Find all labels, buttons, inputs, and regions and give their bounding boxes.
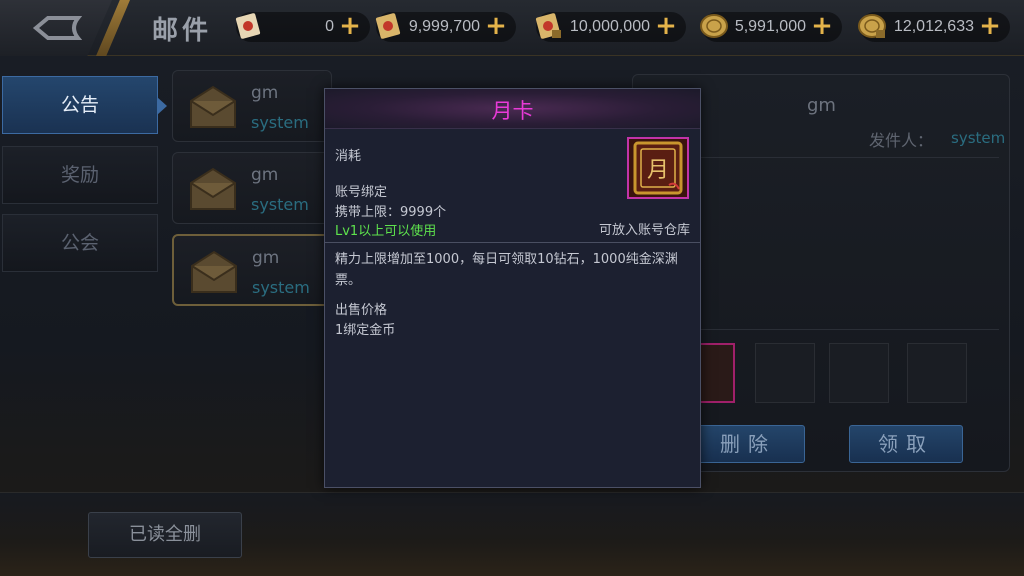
attachment-slot[interactable] <box>755 343 815 403</box>
price-label: 出售价格 <box>335 303 388 318</box>
attachment-slot[interactable] <box>907 343 967 403</box>
tab-announcement[interactable]: 公告 <box>2 76 167 134</box>
mail-sender: gm <box>252 248 280 268</box>
add-currency-button[interactable]: + <box>654 13 678 39</box>
bind-label: 账号绑定 <box>335 185 388 200</box>
warehouse-note: 可放入账号仓库 <box>598 223 690 238</box>
top-bar: 邮件 0 + 9,999,700 + 10,000,000 + 5,991,00… <box>0 0 1024 56</box>
add-currency-button[interactable]: + <box>810 13 834 39</box>
mail-sender: gm <box>251 83 279 103</box>
mail-item[interactable]: gm system <box>172 70 332 142</box>
page-title: 邮件 <box>152 16 213 46</box>
bound-coin-icon <box>858 14 886 38</box>
delete-read-button[interactable]: 已读全删 <box>88 512 242 558</box>
tooltip-divider <box>325 242 700 243</box>
item-tooltip: 月卡 月 消耗 账号绑定 携带上限：9999个 Lv1以上可以使用 可放入账号仓… <box>324 88 701 488</box>
mail-type: system <box>252 278 310 297</box>
tab-rewards[interactable]: 奖励 <box>2 146 158 204</box>
delete-button[interactable]: 删除 <box>691 425 805 463</box>
currency-gold-ticket: 9,999,700 + <box>375 12 516 42</box>
card-glyph: 月 <box>647 158 669 183</box>
currency-value: 10,000,000 <box>569 18 650 35</box>
from-label: 发件人： <box>869 131 934 150</box>
currency-gold-coin: 5,991,000 + <box>700 12 842 42</box>
monthly-card-icon: 月 <box>627 137 689 199</box>
level-requirement: Lv1以上可以使用 <box>335 224 437 239</box>
currency-bound-coin: 12,012,633 + <box>858 12 1010 42</box>
add-currency-button[interactable]: + <box>484 13 508 39</box>
mail-item[interactable]: gm system <box>172 152 332 224</box>
from-value: system <box>951 129 1006 147</box>
envelope-icon <box>191 250 237 293</box>
ticket-scroll-icon <box>235 13 261 39</box>
detail-sender: gm <box>807 95 836 116</box>
back-button[interactable] <box>0 0 112 56</box>
add-currency-button[interactable]: + <box>338 13 362 39</box>
item-description: 精力上限增加至1000，每日可领取10钻石，1000纯金深渊票。 <box>335 252 678 288</box>
attachment-slot[interactable] <box>829 343 889 403</box>
consume-label: 消耗 <box>335 149 362 164</box>
gold-ticket-icon <box>375 13 401 39</box>
mail-item-selected[interactable]: gm system <box>172 234 332 306</box>
currency-value: 9,999,700 <box>408 18 480 35</box>
gold-coin-icon <box>700 14 728 38</box>
mail-sender: gm <box>251 165 279 185</box>
tab-guild[interactable]: 公会 <box>2 214 158 272</box>
mail-type: system <box>251 195 309 214</box>
mail-type: system <box>251 113 309 132</box>
currency-scroll: 0 + <box>235 12 370 42</box>
currency-value: 0 <box>325 18 334 35</box>
envelope-icon <box>190 167 236 210</box>
bound-ticket-icon <box>535 13 561 39</box>
currency-bound-ticket: 10,000,000 + <box>535 12 686 42</box>
currency-value: 12,012,633 <box>893 18 974 35</box>
back-arrow-icon <box>32 16 82 40</box>
claim-button[interactable]: 领取 <box>849 425 963 463</box>
envelope-icon <box>190 85 236 128</box>
card-art: 月 <box>633 141 683 195</box>
item-name: 月卡 <box>491 99 534 123</box>
currency-value: 5,991,000 <box>734 18 806 35</box>
add-currency-button[interactable]: + <box>978 13 1002 39</box>
carry-limit: 携带上限：9999个 <box>335 205 447 220</box>
price-value: 1绑定金币 <box>335 323 396 338</box>
